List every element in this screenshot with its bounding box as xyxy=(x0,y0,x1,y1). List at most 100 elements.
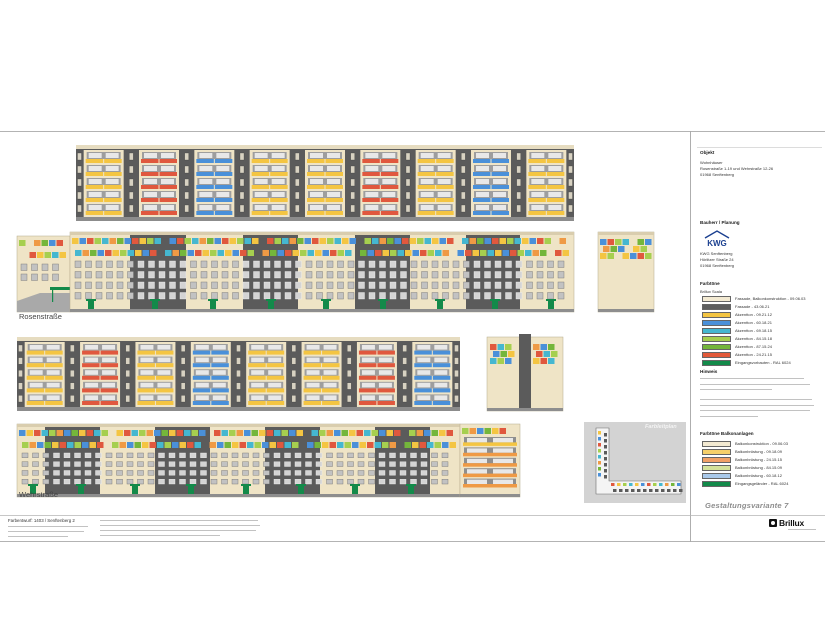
window xyxy=(105,470,113,476)
band-tile xyxy=(267,238,274,244)
window xyxy=(129,178,134,187)
window xyxy=(467,438,487,443)
window xyxy=(531,192,545,197)
band-tile xyxy=(244,238,251,244)
parapet xyxy=(70,232,574,235)
balcony-railing xyxy=(307,198,325,202)
balcony-railing xyxy=(85,172,104,176)
balcony-railing xyxy=(473,198,491,202)
window xyxy=(18,370,23,377)
window xyxy=(195,395,209,400)
band-tile xyxy=(237,238,244,244)
band-tile xyxy=(82,250,89,256)
entrance-canopy xyxy=(150,299,160,301)
balcony-railing xyxy=(362,211,380,215)
window xyxy=(116,271,124,279)
plinth xyxy=(17,407,460,411)
window xyxy=(63,470,71,476)
window xyxy=(291,395,297,403)
band-tile xyxy=(29,442,36,448)
balcony-railing xyxy=(362,159,380,163)
window xyxy=(310,205,323,210)
window xyxy=(441,470,449,476)
window xyxy=(494,271,502,279)
balcony-railing xyxy=(104,172,122,176)
band-tile xyxy=(87,238,94,244)
balcony-railing xyxy=(380,172,399,176)
window xyxy=(326,461,333,467)
band-tile xyxy=(269,442,276,448)
window xyxy=(323,345,337,350)
balcony-railing xyxy=(358,363,377,368)
entrance-canopy xyxy=(546,299,556,301)
window xyxy=(127,260,134,268)
balcony-railing xyxy=(358,350,377,355)
window xyxy=(77,178,82,187)
window xyxy=(105,153,119,158)
balcony-railing xyxy=(192,401,211,405)
entrance-canopy xyxy=(378,299,388,301)
facade-color-marker xyxy=(604,439,607,443)
plinth xyxy=(460,494,520,497)
objekt-heading: Objekt xyxy=(700,150,715,155)
window xyxy=(158,461,165,467)
window xyxy=(200,479,207,485)
window xyxy=(63,452,71,458)
band-tile xyxy=(622,253,629,259)
balcony-railing xyxy=(82,375,100,380)
window xyxy=(493,205,506,210)
band-tile xyxy=(493,351,500,357)
band-tile xyxy=(214,238,221,244)
window xyxy=(95,461,102,467)
balcony-railing xyxy=(358,388,377,393)
balcony-railing xyxy=(377,363,395,368)
band-tile xyxy=(270,250,277,256)
window xyxy=(199,153,213,158)
entrance-door xyxy=(492,301,498,309)
balcony-railing xyxy=(546,159,565,163)
window xyxy=(129,191,134,200)
footer-title: Farbentwurf: 1403 / Senftenberg 2 xyxy=(8,518,75,523)
window xyxy=(158,271,166,279)
band-tile xyxy=(394,238,401,244)
balcony-railing xyxy=(325,211,343,215)
window xyxy=(368,260,376,268)
window xyxy=(410,292,418,300)
window xyxy=(232,260,239,268)
window xyxy=(310,192,323,197)
entrance-door xyxy=(152,301,158,309)
balcony-railing xyxy=(26,401,45,405)
window xyxy=(190,271,197,279)
window xyxy=(405,165,411,174)
band-tile xyxy=(517,250,524,256)
plinth xyxy=(598,309,654,312)
band-tile xyxy=(236,430,243,436)
window xyxy=(74,281,82,289)
window xyxy=(221,281,229,289)
window xyxy=(284,292,292,300)
window xyxy=(467,458,487,464)
window xyxy=(137,281,145,289)
color-swatch xyxy=(702,312,731,318)
color-legend-label: Balkonbrüstung - 24.15.15 xyxy=(735,457,782,462)
band-tile xyxy=(435,250,442,256)
band-tile xyxy=(127,250,134,256)
window xyxy=(382,179,396,184)
window xyxy=(252,479,260,485)
window xyxy=(212,382,226,388)
balcony-railing xyxy=(137,375,155,380)
band-tile xyxy=(640,246,647,252)
balcony-railing xyxy=(414,401,432,405)
band-tile xyxy=(330,250,337,256)
kwg-logo-icon: KWG xyxy=(704,230,730,248)
band-tile xyxy=(191,430,198,436)
window xyxy=(137,271,145,279)
window xyxy=(463,271,470,279)
balcony-railing xyxy=(546,211,565,215)
band-tile xyxy=(490,358,497,364)
window xyxy=(389,461,396,467)
window xyxy=(179,479,186,485)
window xyxy=(505,260,512,268)
window xyxy=(316,260,323,268)
window xyxy=(434,382,448,388)
